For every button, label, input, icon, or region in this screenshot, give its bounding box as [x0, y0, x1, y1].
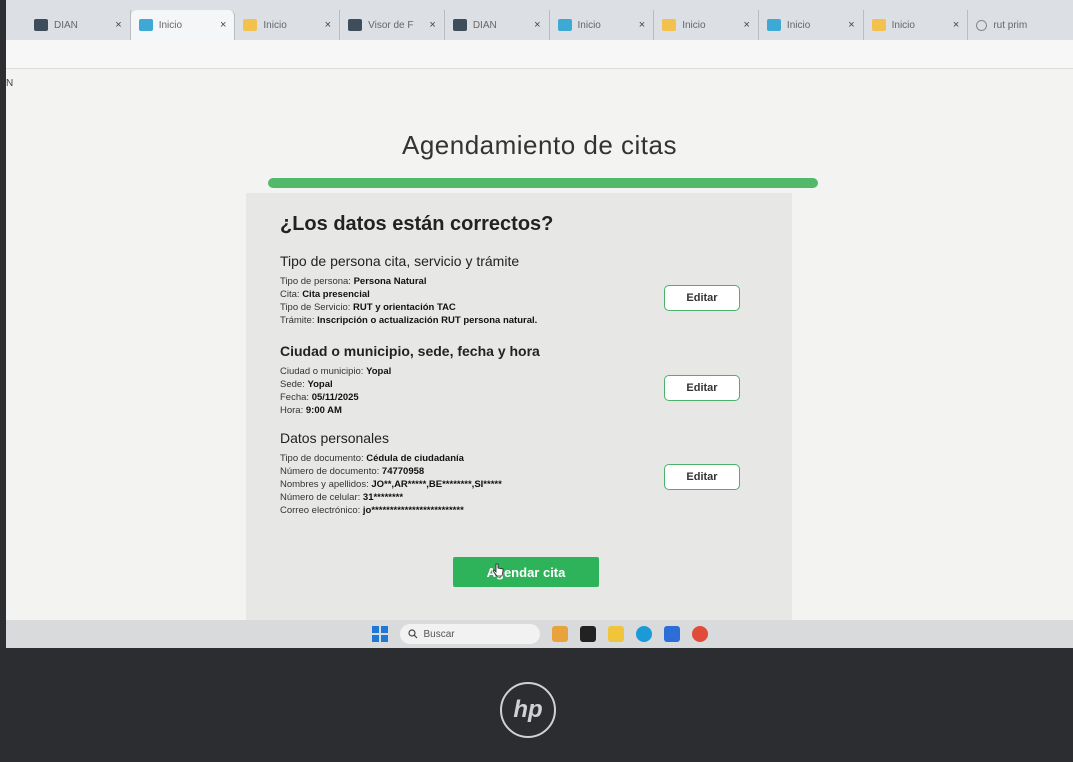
info-row: Hora: 9:00 AM — [280, 405, 342, 416]
dian-icon — [557, 19, 572, 31]
info-row: Número de celular: 31******** — [280, 492, 404, 503]
edit-service-button[interactable]: Editar — [664, 285, 740, 311]
edit-location-button[interactable]: Editar — [664, 375, 740, 401]
section-location: Ciudad o municipio, sede, fecha y hora C… — [280, 343, 750, 417]
tab[interactable]: Inicio × — [235, 10, 341, 40]
tab[interactable]: Visor de F × — [340, 10, 445, 40]
info-row: Correo electrónico: jo******************… — [280, 505, 464, 516]
tab[interactable]: Inicio × — [864, 10, 969, 40]
section-title: Tipo de persona cita, servicio y trámite — [280, 253, 520, 269]
tab[interactable]: Inicio × — [654, 10, 759, 40]
section-title: Datos personales — [280, 430, 389, 446]
browser-tab-bar: DIAN × Inicio × Inicio × Visor de F × DIAN × … — [6, 0, 1073, 40]
hp-logo: hp — [500, 682, 556, 738]
question-heading: ¿Los datos están correctos? — [280, 213, 554, 235]
hand-cursor-icon — [492, 563, 504, 577]
dian-icon — [34, 19, 48, 31]
dian-icon — [766, 19, 781, 31]
windows-taskbar: Buscar — [6, 620, 1073, 648]
close-icon[interactable]: × — [743, 19, 749, 31]
windows-start-icon[interactable] — [371, 626, 388, 642]
edit-personal-button[interactable]: Editar — [664, 464, 740, 490]
page-title: Agendamiento de citas — [401, 130, 677, 160]
section-service: Tipo de persona cita, servicio y trámite… — [280, 253, 750, 327]
close-icon[interactable]: × — [953, 19, 959, 31]
schedule-appointment-button[interactable]: Agendar cita — [453, 557, 599, 587]
close-icon[interactable]: × — [325, 19, 331, 31]
close-icon[interactable]: × — [534, 19, 540, 31]
dian-icon — [138, 19, 153, 31]
info-row: Trámite: Inscripción o actualización RUT… — [280, 315, 538, 326]
folder-icon — [243, 19, 258, 31]
tab-active[interactable]: Inicio × — [130, 10, 236, 40]
section-title: Ciudad o municipio, sede, fecha y hora — [280, 343, 540, 359]
close-icon[interactable]: × — [115, 19, 121, 31]
edge-icon[interactable] — [635, 626, 652, 642]
tab[interactable]: Inicio × — [550, 10, 655, 40]
close-icon[interactable]: × — [639, 19, 645, 31]
confirmation-card: ¿Los datos están correctos? Tipo de pers… — [246, 193, 792, 623]
tab[interactable]: DIAN × — [26, 10, 131, 40]
store-icon[interactable] — [663, 626, 680, 642]
progress-bar — [268, 178, 818, 188]
close-icon[interactable]: × — [848, 19, 854, 31]
folder-icon — [662, 19, 677, 31]
task-view-icon[interactable] — [579, 626, 596, 642]
taskbar-search[interactable]: Buscar — [399, 624, 540, 644]
folder-icon — [871, 19, 886, 31]
file-explorer-icon[interactable] — [607, 626, 624, 642]
monitor-screen: DIAN × Inicio × Inicio × Visor de F × DIAN × … — [6, 0, 1073, 648]
tab[interactable]: rut prim — [968, 10, 1073, 40]
search-icon — [407, 629, 417, 639]
dian-icon — [452, 19, 467, 31]
address-bar[interactable] — [6, 40, 1073, 69]
widgets-icon[interactable] — [551, 626, 568, 642]
page-content: Agendamiento de citas ¿Los datos están c… — [6, 68, 1073, 623]
close-icon[interactable]: × — [220, 19, 226, 31]
tab[interactable]: DIAN × — [445, 10, 550, 40]
search-icon — [976, 19, 988, 31]
dian-icon — [348, 19, 363, 31]
section-personal: Datos personales Tipo de documento: Cédu… — [280, 430, 750, 517]
close-icon[interactable]: × — [429, 19, 435, 31]
chrome-icon[interactable] — [691, 626, 708, 642]
tab[interactable]: Inicio × — [759, 10, 864, 40]
